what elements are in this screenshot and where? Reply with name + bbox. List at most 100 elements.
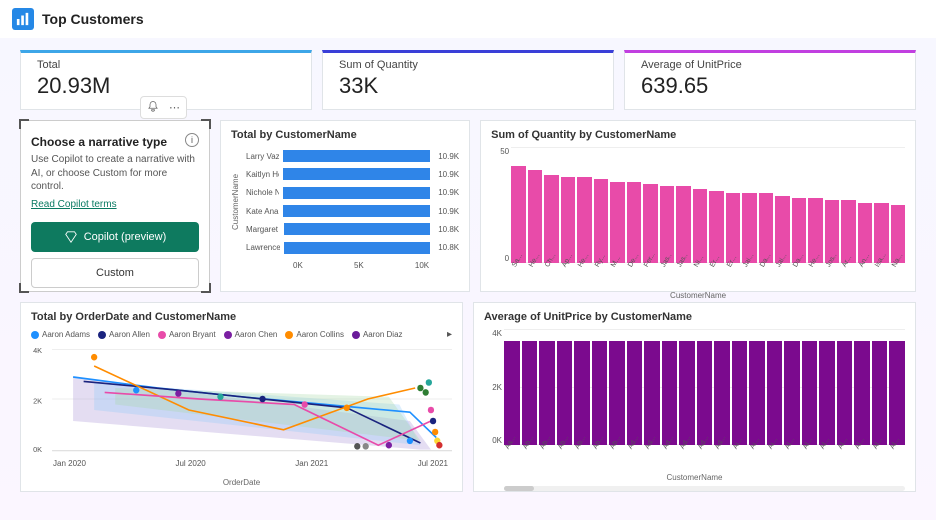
chart-total-by-customer[interactable]: Total by CustomerName CustomerName Larry… bbox=[220, 120, 470, 292]
kpi-label: Total bbox=[37, 59, 295, 71]
bar[interactable] bbox=[749, 341, 765, 445]
svg-text:4K: 4K bbox=[33, 346, 42, 355]
bar-fill bbox=[284, 242, 431, 254]
bar[interactable] bbox=[679, 341, 695, 445]
kpi-value: 639.65 bbox=[641, 73, 899, 99]
legend-item[interactable]: Aaron Chen bbox=[224, 330, 278, 339]
bar-row[interactable]: Margaret ...10.8K bbox=[246, 223, 459, 235]
bar[interactable] bbox=[627, 341, 643, 445]
report-canvas: Total 20.93M Sum of Quantity 33K Average… bbox=[0, 38, 936, 520]
info-icon[interactable]: i bbox=[185, 133, 199, 147]
narrative-visual[interactable]: i Choose a narrative type Use Copilot to… bbox=[20, 120, 210, 292]
bar[interactable] bbox=[643, 184, 658, 263]
selection-corner bbox=[19, 119, 29, 129]
bar[interactable] bbox=[802, 341, 818, 445]
chart-title: Average of UnitPrice by CustomerName bbox=[484, 311, 905, 323]
legend-dot bbox=[285, 331, 293, 339]
bar[interactable] bbox=[511, 166, 526, 263]
horizontal-scrollbar[interactable] bbox=[504, 486, 905, 491]
bar[interactable] bbox=[854, 341, 870, 445]
legend-label: Aaron Bryant bbox=[169, 330, 216, 339]
legend-dot bbox=[224, 331, 232, 339]
bar-fill bbox=[283, 168, 430, 180]
bar-fill bbox=[283, 150, 430, 162]
legend-dot bbox=[352, 331, 360, 339]
copilot-button[interactable]: Copilot (preview) bbox=[31, 222, 199, 252]
legend-dot bbox=[98, 331, 106, 339]
y-axis-ticks: 4K 2K 0K bbox=[484, 329, 502, 445]
bar-row[interactable]: Kaitlyn He...10.9K bbox=[246, 168, 459, 180]
chart-title: Sum of Quantity by CustomerName bbox=[491, 129, 905, 141]
bar[interactable] bbox=[557, 341, 573, 445]
bar-row[interactable]: Nichole N...10.9K bbox=[246, 187, 459, 199]
bar[interactable] bbox=[577, 177, 592, 263]
bar[interactable] bbox=[609, 341, 625, 445]
bar[interactable] bbox=[610, 182, 625, 263]
x-axis-label: CustomerName bbox=[484, 473, 905, 482]
legend-item[interactable]: Aaron Diaz bbox=[352, 330, 403, 339]
copilot-icon bbox=[64, 230, 78, 244]
bar[interactable] bbox=[662, 341, 678, 445]
bar[interactable] bbox=[592, 341, 608, 445]
bar-label: Margaret ... bbox=[246, 225, 280, 234]
chart-title: Total by OrderDate and CustomerName bbox=[31, 311, 452, 323]
bar[interactable] bbox=[627, 182, 642, 263]
line-chart-plot: 4K 2K 0K bbox=[31, 344, 452, 454]
chart-title: Total by CustomerName bbox=[231, 129, 459, 141]
legend-item[interactable]: Aaron Adams bbox=[31, 330, 90, 339]
legend-label: Aaron Chen bbox=[235, 330, 278, 339]
notification-icon[interactable] bbox=[147, 100, 159, 115]
bar[interactable] bbox=[819, 341, 835, 445]
bar[interactable] bbox=[522, 341, 538, 445]
kpi-value: 33K bbox=[339, 73, 597, 99]
bar[interactable] bbox=[574, 341, 590, 445]
legend-item[interactable]: Aaron Allen bbox=[98, 330, 150, 339]
bar-chart-icon bbox=[12, 8, 34, 30]
bar-row[interactable]: Lawrence ...10.8K bbox=[246, 242, 459, 254]
legend-label: Aaron Adams bbox=[42, 330, 90, 339]
legend-dot bbox=[158, 331, 166, 339]
kpi-quantity[interactable]: Sum of Quantity 33K bbox=[322, 50, 614, 110]
bar[interactable] bbox=[697, 341, 713, 445]
bar[interactable] bbox=[767, 341, 783, 445]
bar[interactable] bbox=[837, 341, 853, 445]
bar-row[interactable]: Kate Anand10.9K bbox=[246, 205, 459, 217]
page-title: Top Customers bbox=[42, 11, 144, 27]
bar-value: 10.9K bbox=[438, 207, 459, 216]
bar[interactable] bbox=[594, 179, 609, 263]
custom-button[interactable]: Custom bbox=[31, 258, 199, 288]
chart-avg-unitprice-by-customer[interactable]: Average of UnitPrice by CustomerName 4K … bbox=[473, 302, 916, 492]
bar[interactable] bbox=[539, 341, 555, 445]
bar[interactable] bbox=[644, 341, 660, 445]
bar[interactable] bbox=[544, 175, 559, 263]
bar[interactable] bbox=[504, 341, 520, 445]
y-axis-ticks: 50 0 bbox=[491, 147, 509, 263]
bar-value: 10.9K bbox=[438, 152, 459, 161]
bar-label: Larry Vaz... bbox=[246, 152, 279, 161]
svg-text:2K: 2K bbox=[33, 396, 42, 405]
more-options-icon[interactable]: ⋯ bbox=[169, 101, 180, 114]
bar[interactable] bbox=[561, 177, 576, 263]
copilot-terms-link[interactable]: Read Copilot terms bbox=[31, 199, 117, 210]
bar[interactable] bbox=[784, 341, 800, 445]
bar-fill bbox=[283, 187, 430, 199]
kpi-unitprice[interactable]: Average of UnitPrice 639.65 bbox=[624, 50, 916, 110]
bar[interactable] bbox=[528, 170, 543, 263]
legend-dot bbox=[31, 331, 39, 339]
bar-row[interactable]: Larry Vaz... 10.9K bbox=[246, 150, 459, 162]
bar[interactable] bbox=[714, 341, 730, 445]
bar-fill bbox=[283, 205, 430, 217]
legend-item[interactable]: Aaron Collins bbox=[285, 330, 344, 339]
bar-fill bbox=[284, 223, 431, 235]
x-axis-label: OrderDate bbox=[31, 478, 452, 487]
chevron-right-icon[interactable]: ▸ bbox=[447, 329, 452, 340]
bar[interactable] bbox=[872, 341, 888, 445]
chart-qty-by-customer[interactable]: Sum of Quantity by CustomerName 50 0 Sa.… bbox=[480, 120, 916, 292]
selection-corner bbox=[19, 283, 29, 293]
bar-value: 10.8K bbox=[438, 243, 459, 252]
chart-total-by-date-customer[interactable]: Total by OrderDate and CustomerName Aaro… bbox=[20, 302, 463, 492]
legend-item[interactable]: Aaron Bryant bbox=[158, 330, 216, 339]
bar[interactable] bbox=[889, 341, 905, 445]
visual-header-buttons[interactable]: ⋯ bbox=[140, 96, 187, 119]
bar[interactable] bbox=[732, 341, 748, 445]
